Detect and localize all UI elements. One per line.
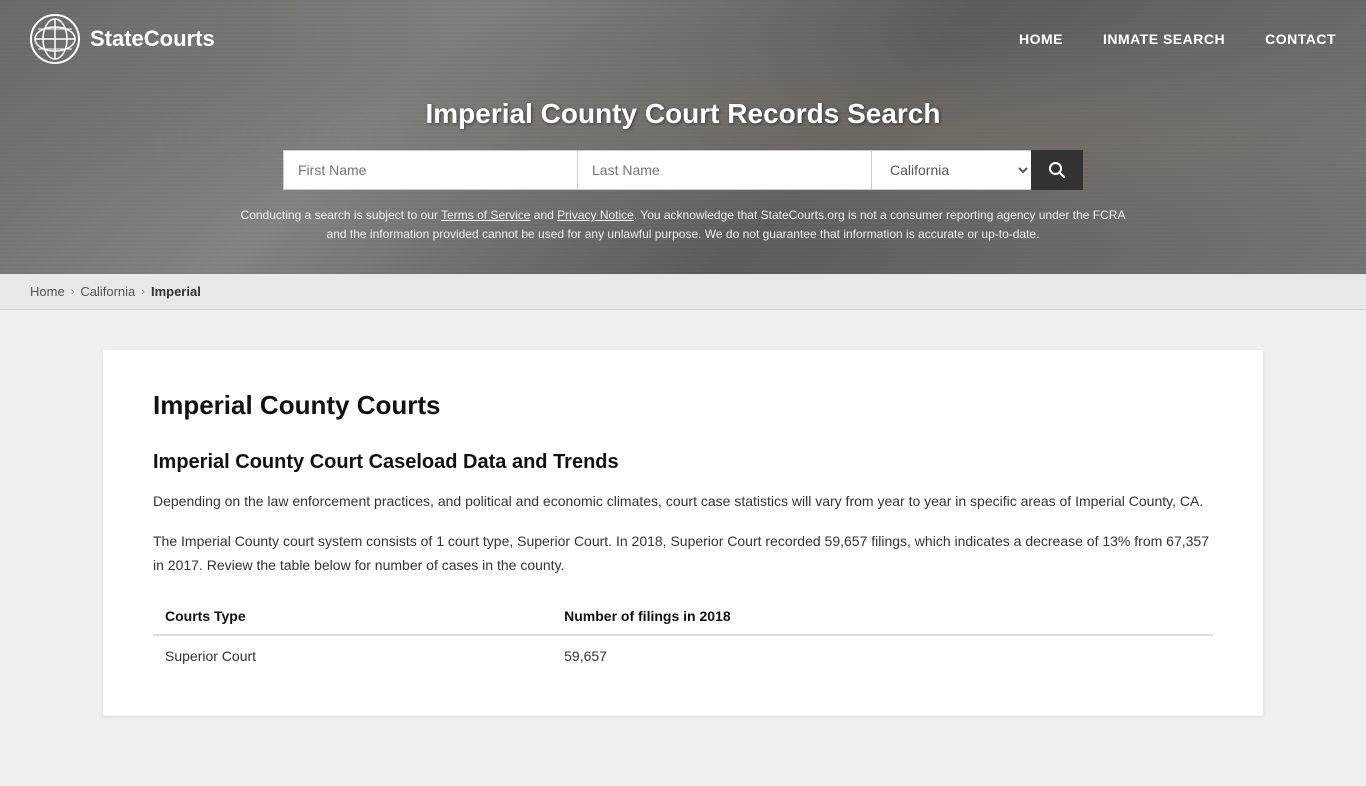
hero-section: Imperial County Court Records Search Sel… [0,78,1366,274]
first-name-input[interactable] [283,150,577,190]
last-name-input[interactable] [577,150,871,190]
table-header-row: Courts Type Number of filings in 2018 [153,598,1213,635]
site-header: StateCourts HOME INMATE SEARCH CONTACT I… [0,0,1366,274]
search-button[interactable] [1031,150,1083,190]
disclaimer-text: Conducting a search is subject to our Te… [233,206,1133,244]
privacy-link[interactable]: Privacy Notice [557,208,634,222]
terms-link[interactable]: Terms of Service [441,208,530,222]
hero-title: Imperial County Court Records Search [20,98,1346,130]
breadcrumb: Home › California › Imperial [0,274,1366,310]
page-title: Imperial County Courts [153,390,1213,421]
breadcrumb-sep-2: › [141,286,145,298]
disclaimer-before: Conducting a search is subject to our [241,208,442,222]
nav-links: HOME INMATE SEARCH CONTACT [1019,31,1336,47]
col-courts-type: Courts Type [153,598,552,635]
nav-home-link[interactable]: HOME [1019,31,1063,47]
cell-filings: 59,657 [552,635,1213,676]
cell-court-type: Superior Court [153,635,552,676]
logo-area: StateCourts [30,14,215,64]
nav-home[interactable]: HOME [1019,31,1063,47]
navbar: StateCourts HOME INMATE SEARCH CONTACT [0,0,1366,78]
paragraph-1: Depending on the law enforcement practic… [153,490,1213,514]
disclaimer-and: and [530,208,557,222]
breadcrumb-sep-1: › [71,286,75,298]
col-filings: Number of filings in 2018 [552,598,1213,635]
nav-contact-link[interactable]: CONTACT [1265,31,1336,47]
search-icon [1048,161,1066,179]
nav-contact[interactable]: CONTACT [1265,31,1336,47]
breadcrumb-home[interactable]: Home [30,284,65,299]
logo-icon [30,14,80,64]
nav-inmate-search[interactable]: INMATE SEARCH [1103,31,1225,47]
site-name: StateCourts [90,26,215,52]
main-content: Imperial County Courts Imperial County C… [103,350,1263,715]
paragraph-2: The Imperial County court system consist… [153,530,1213,578]
nav-inmate-search-link[interactable]: INMATE SEARCH [1103,31,1225,47]
state-select[interactable]: Select State Alabama Alaska Arizona Arka… [871,150,1031,190]
section-title: Imperial County Court Caseload Data and … [153,451,1213,474]
breadcrumb-current: Imperial [151,284,201,299]
caseload-table: Courts Type Number of filings in 2018 Su… [153,598,1213,676]
search-form: Select State Alabama Alaska Arizona Arka… [283,150,1083,190]
breadcrumb-state[interactable]: California [80,284,135,299]
table-row: Superior Court 59,657 [153,635,1213,676]
